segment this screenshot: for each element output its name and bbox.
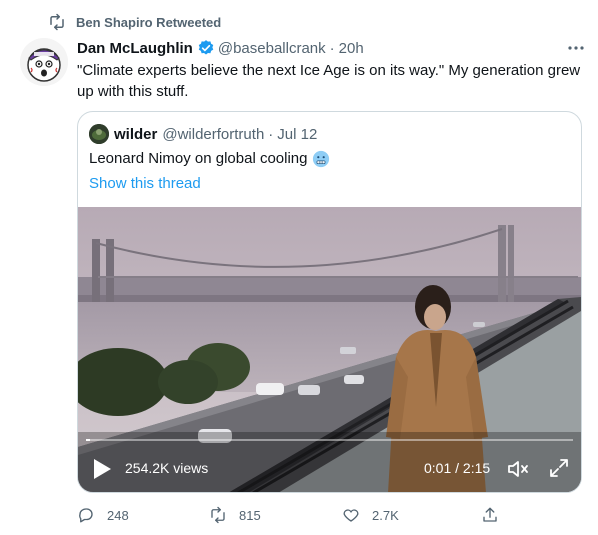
video-frame-image	[78, 207, 581, 492]
tweet-text: "Climate experts believe the next Ice Ag…	[77, 62, 581, 100]
baseball-mascot-avatar-image	[20, 38, 68, 86]
tweet-action-bar: 248 815 2.7K	[77, 503, 517, 527]
reply-count: 248	[107, 507, 129, 523]
more-options-icon[interactable]	[566, 38, 586, 58]
tweet-time[interactable]: 20h	[339, 40, 364, 57]
reply-icon	[79, 508, 93, 523]
retweet-count: 815	[239, 507, 261, 523]
retweet-button[interactable]: 815	[209, 503, 261, 527]
author-avatar[interactable]	[20, 38, 68, 86]
quoted-author-handle: @wilderfortruth	[162, 125, 265, 143]
quoted-tweet-text-line: Leonard Nimoy on global cooling	[89, 149, 330, 169]
video-progress-bar[interactable]	[86, 439, 573, 441]
header-separator: ·	[329, 39, 335, 57]
video-time: 0:01 / 2:15	[424, 460, 491, 476]
video-view-count: 254.2K views	[125, 460, 209, 476]
play-icon[interactable]	[92, 458, 112, 480]
retweet-action-icon	[211, 506, 225, 524]
quoted-header-separator: ·	[268, 125, 274, 143]
video-progress-fill	[86, 439, 90, 441]
share-button[interactable]	[481, 503, 511, 527]
video-player[interactable]: 254.2K views 0:01 / 2:15	[78, 207, 581, 492]
quoted-tweet-text: Leonard Nimoy on global cooling	[89, 150, 308, 167]
quoted-tweet-header: wilder @wilderfortruth · Jul 12	[89, 124, 317, 144]
author-handle[interactable]: @baseballcrank	[218, 40, 326, 57]
verified-badge-icon	[198, 40, 214, 55]
tweet-header: Dan McLaughlin @baseballcrank · 20h	[77, 38, 586, 58]
heart-icon	[343, 509, 359, 522]
quoted-author-name: wilder	[114, 125, 158, 143]
author-name[interactable]: Dan McLaughlin	[77, 40, 193, 57]
quoted-author-avatar	[89, 124, 109, 144]
fullscreen-icon[interactable]	[548, 457, 570, 479]
show-thread-link[interactable]: Show this thread	[89, 174, 201, 194]
retweet-context[interactable]: Ben Shapiro Retweeted	[48, 12, 221, 32]
retweet-context-text: Ben Shapiro Retweeted	[76, 14, 222, 30]
like-count: 2.7K	[372, 507, 399, 523]
retweet-icon	[50, 13, 64, 31]
like-button[interactable]: 2.7K	[342, 503, 399, 527]
quoted-tweet[interactable]: wilder @wilderfortruth · Jul 12 Leonard …	[77, 111, 582, 493]
quoted-tweet-time: Jul 12	[277, 125, 318, 143]
volume-muted-icon[interactable]	[506, 457, 530, 481]
share-icon	[483, 507, 497, 522]
reply-button[interactable]: 248	[77, 503, 129, 527]
cold-face-emoji-icon	[313, 150, 330, 168]
